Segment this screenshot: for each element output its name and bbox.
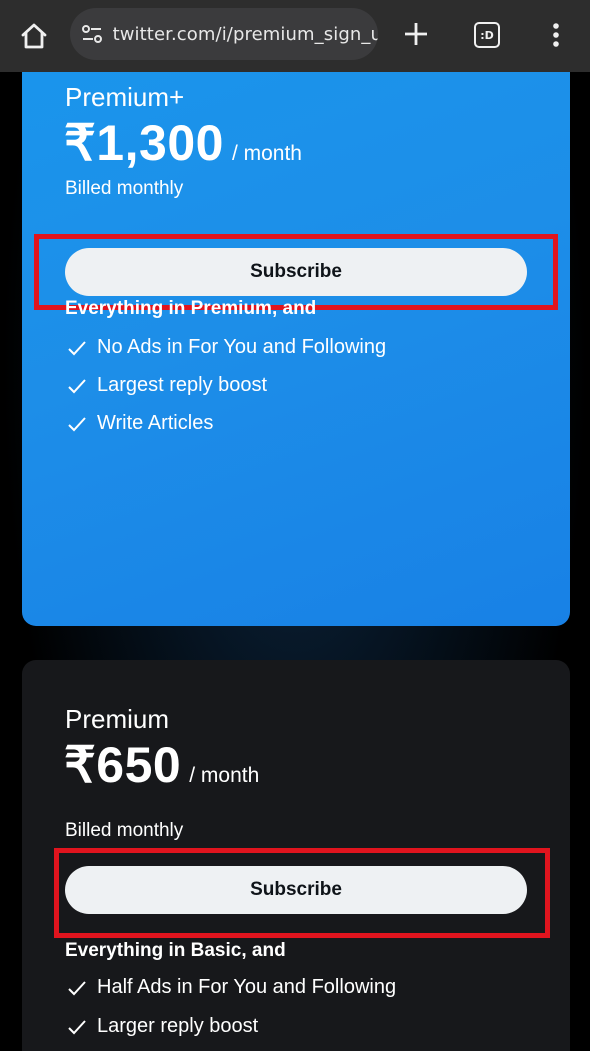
browser-menu-button[interactable] bbox=[538, 14, 574, 56]
plan-name: Premium+ bbox=[65, 82, 185, 112]
browser-toolbar: twitter.com/i/premium_sign_up :D bbox=[0, 0, 590, 72]
more-vert-icon bbox=[553, 23, 559, 47]
check-icon bbox=[68, 980, 86, 995]
tab-count: :D bbox=[474, 22, 500, 48]
feature-item: No Ads in For You and Following bbox=[67, 336, 386, 359]
plan-price: ₹650 bbox=[64, 737, 182, 793]
check-icon bbox=[68, 1019, 86, 1034]
plan-price: ₹1,300 bbox=[64, 115, 224, 171]
features-heading: Everything in Premium, and bbox=[65, 298, 317, 319]
subscribe-button[interactable]: Subscribe bbox=[65, 248, 527, 296]
site-settings-icon[interactable] bbox=[80, 21, 105, 47]
new-tab-button[interactable] bbox=[396, 14, 436, 54]
subscribe-button[interactable]: Subscribe bbox=[65, 866, 527, 914]
check-icon bbox=[68, 378, 86, 393]
features-heading: Everything in Basic, and bbox=[65, 940, 286, 961]
feature-item: Larger reply boost bbox=[67, 1015, 258, 1038]
plus-icon bbox=[405, 23, 427, 45]
feature-item: Largest reply boost bbox=[67, 374, 267, 397]
premium-plus-card: Premium+ ₹1,300 / month Billed monthly S… bbox=[22, 72, 570, 626]
feature-item: Write Articles bbox=[67, 412, 213, 435]
billing-text: Billed monthly bbox=[65, 178, 184, 199]
plan-period: / month bbox=[189, 764, 260, 787]
home-icon bbox=[21, 23, 47, 49]
check-icon bbox=[68, 416, 86, 431]
billing-text: Billed monthly bbox=[65, 820, 184, 841]
premium-card: Premium ₹650 / month Billed monthly Subs… bbox=[22, 660, 570, 1051]
feature-item: Half Ads in For You and Following bbox=[67, 976, 396, 999]
price-row: ₹1,300 / month bbox=[64, 114, 302, 172]
check-icon bbox=[68, 340, 86, 355]
plan-name: Premium bbox=[65, 704, 170, 734]
page-content: Premium+ ₹1,300 / month Billed monthly S… bbox=[0, 72, 590, 1051]
plan-period: / month bbox=[231, 142, 302, 165]
home-button[interactable] bbox=[14, 16, 54, 56]
price-row: ₹650 / month bbox=[64, 736, 259, 794]
tab-switcher-button[interactable]: :D bbox=[466, 14, 508, 56]
address-bar[interactable]: twitter.com/i/premium_sign_up bbox=[70, 8, 378, 60]
url-text[interactable]: twitter.com/i/premium_sign_up bbox=[113, 24, 378, 45]
